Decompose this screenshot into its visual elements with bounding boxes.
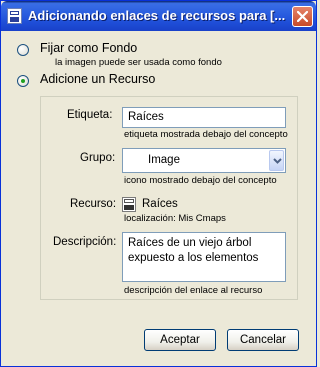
resource-option-label[interactable]: Adicione un Recurso bbox=[40, 72, 155, 86]
image-resource-icon bbox=[122, 197, 136, 212]
description-field-label: Descripción: bbox=[53, 236, 117, 248]
cmap-app-icon bbox=[7, 8, 22, 24]
resource-name: Raíces bbox=[142, 198, 178, 210]
window-title: Adicionando enlaces de recursos para [..… bbox=[28, 8, 286, 23]
cancel-button[interactable]: Cancelar bbox=[227, 329, 299, 351]
close-icon bbox=[297, 11, 308, 22]
label-field-hint: etiqueta mostrada debajo del concepto bbox=[124, 129, 288, 140]
label-field-label: Etiqueta: bbox=[67, 109, 113, 121]
resource-field-label: Recurso: bbox=[70, 198, 117, 210]
chevron-down-icon bbox=[273, 158, 282, 164]
group-select[interactable]: Image bbox=[122, 148, 286, 173]
group-field-label: Grupo: bbox=[80, 152, 116, 164]
description-field-hint: descripción del enlace al recurso bbox=[124, 285, 263, 296]
description-textarea[interactable]: Raíces de un viejo árbol expuesto a los … bbox=[122, 232, 286, 282]
close-button[interactable] bbox=[292, 6, 313, 27]
background-radio[interactable] bbox=[17, 44, 29, 56]
radio-selected-dot bbox=[21, 79, 25, 83]
background-option-label[interactable]: Fijar como Fondo bbox=[40, 41, 137, 55]
resource-location: localización: Mis Cmaps bbox=[124, 213, 226, 224]
group-select-arrow[interactable] bbox=[269, 150, 284, 171]
label-input[interactable]: Raíces bbox=[122, 107, 286, 128]
resource-radio[interactable] bbox=[17, 75, 29, 87]
accept-button[interactable]: Aceptar bbox=[144, 329, 216, 351]
title-bar[interactable]: Adicionando enlaces de recursos para [..… bbox=[1, 1, 316, 31]
dialog-window: Adicionando enlaces de recursos para [..… bbox=[0, 0, 317, 367]
group-select-value: Image bbox=[148, 154, 180, 166]
group-field-hint: icono mostrado debajo del concepto bbox=[124, 175, 277, 186]
background-option-hint: la imagen puede ser usada como fondo bbox=[55, 57, 222, 68]
